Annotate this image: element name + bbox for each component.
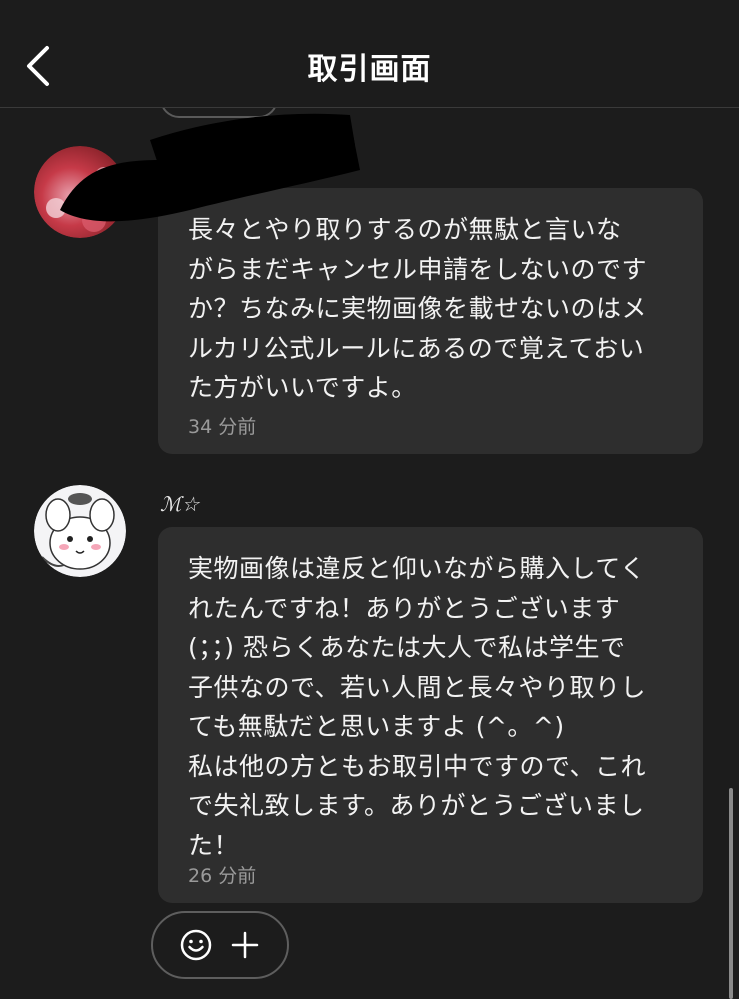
message-bubble: 実物画像は違反と仰いながら購入してく れたんですね！ありがとうございます (；；… [158,527,703,903]
scrollbar[interactable] [729,788,733,999]
header-bar: 取引画面 [0,0,739,108]
message-timestamp: 34 分前 [188,416,257,438]
avatar-image [34,485,126,577]
reaction-action-pill [151,911,289,979]
sender-name: ℳ☆ [160,492,200,516]
trade-screen: 取引画面 長々とやり取りするのが無駄と言いな がらまだキャンセル申請をしないので… [0,0,739,999]
avatar[interactable] [34,485,126,577]
message-text: 長々とやり取りするのが無駄と言いな がらまだキャンセル申請をしないのです か？ち… [188,215,648,402]
add-button[interactable] [225,925,265,965]
message-text: 実物画像は違反と仰いながら購入してく れたんですね！ありがとうございます (；；… [188,554,647,860]
emoji-button[interactable] [176,925,216,965]
plus-icon [231,931,258,959]
message-timestamp: 26 分前 [188,865,257,887]
smiley-icon [180,929,211,961]
redaction-mark [60,113,360,222]
page-title: 取引画面 [307,52,432,87]
